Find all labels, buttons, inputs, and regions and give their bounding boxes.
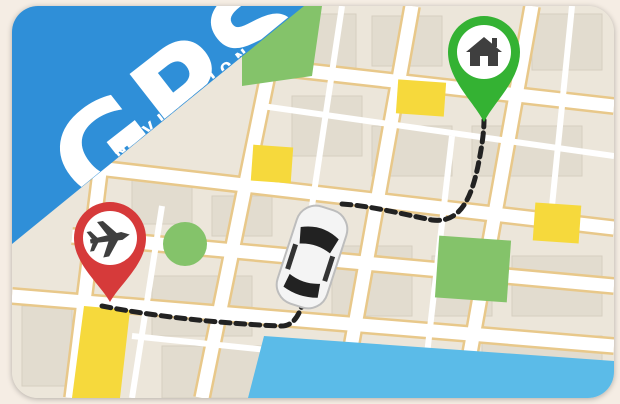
start-location-pin[interactable] — [70, 198, 150, 304]
destination-pin[interactable] — [444, 12, 524, 124]
car-icon — [275, 204, 349, 310]
gps-navigation-app-icon[interactable]: GPS NAVIGATION — [12, 6, 614, 398]
